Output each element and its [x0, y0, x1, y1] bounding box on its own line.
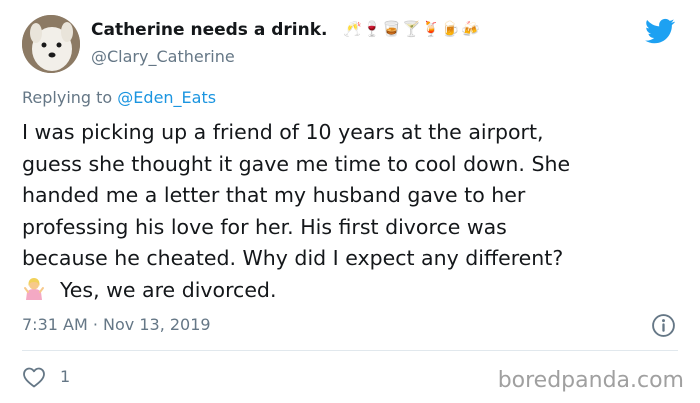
- like-count: 1: [60, 367, 71, 386]
- avatar[interactable]: [22, 15, 80, 73]
- timestamp-link[interactable]: 7:31 AM · Nov 13, 2019: [22, 315, 211, 334]
- watermark: boredpanda.com: [497, 368, 684, 393]
- twitter-bird-icon[interactable]: [643, 16, 677, 46]
- replying-prefix: Replying to: [22, 88, 113, 107]
- replying-mention-link[interactable]: @Eden_Eats: [117, 88, 216, 107]
- tweet-line-text: Yes, we are divorced.: [60, 277, 277, 302]
- tweet-line: professing his love for her. His first d…: [22, 214, 507, 239]
- user-handle[interactable]: @Clary_Catherine: [91, 47, 235, 66]
- heart-icon[interactable]: [22, 366, 46, 388]
- tweet-last-line: Yes, we are divorced.: [22, 275, 682, 307]
- info-icon[interactable]: [651, 313, 676, 338]
- person-shrugging-emoji: [24, 277, 44, 300]
- display-name[interactable]: Catherine needs a drink.: [91, 20, 327, 40]
- divider: [22, 350, 678, 351]
- tweet-line: I was picking up a friend of 10 years at…: [22, 120, 544, 144]
- name-emojis: 🥂🍷🥃🍸🍹🍺🍻: [343, 20, 481, 38]
- tweet-text: I was picking up a friend of 10 years at…: [22, 117, 682, 306]
- tweet-line: guess she thought it gave me time to coo…: [22, 151, 571, 176]
- replying-to: Replying to @Eden_Eats: [22, 88, 216, 107]
- tweet-line: handed me a letter that my husband gave …: [22, 183, 526, 207]
- tweet-line: because he cheated. Why did I expect any…: [22, 246, 564, 270]
